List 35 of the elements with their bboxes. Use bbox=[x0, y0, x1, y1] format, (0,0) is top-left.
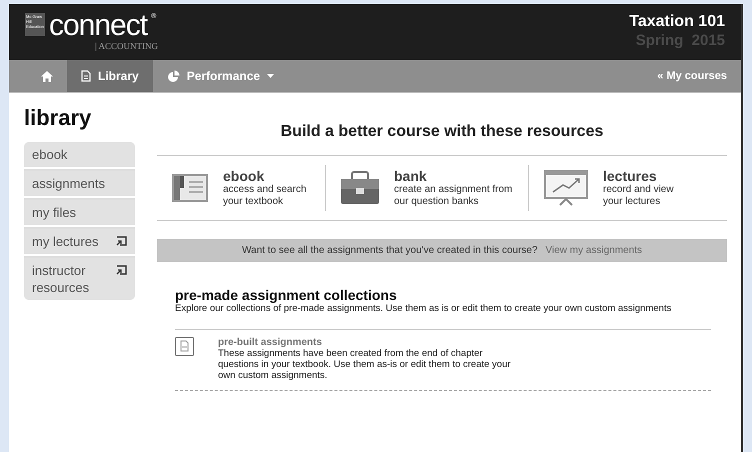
collections-description: Explore our collections of pre-made assignments. Use them as is or edit them to create your own custom assignments bbox=[175, 303, 672, 314]
external-link-icon bbox=[116, 236, 127, 246]
caret-icon bbox=[267, 74, 274, 78]
resource-description: record and view your lectures bbox=[603, 184, 675, 208]
home-icon bbox=[41, 70, 53, 82]
document-icon bbox=[175, 337, 194, 356]
product-name: | ACCOUNTING bbox=[95, 40, 158, 53]
resource-title[interactable]: lectures bbox=[603, 168, 695, 184]
my-courses-link[interactable]: « My courses bbox=[657, 68, 741, 84]
sidebar-item[interactable]: instructor resources bbox=[24, 258, 135, 300]
nav-tab[interactable]: Library bbox=[67, 60, 153, 92]
book-icon bbox=[171, 173, 209, 203]
resource-description: create an assignment from our question banks bbox=[394, 184, 514, 208]
briefcase-icon bbox=[340, 171, 380, 205]
presentation-board-icon bbox=[543, 169, 589, 207]
resources-heading: Build a better course with these resources bbox=[280, 122, 604, 142]
banner-text: Want to see all the assignments that you've created in this course? bbox=[242, 244, 538, 258]
view-assignments-link[interactable]: View my assignments bbox=[546, 243, 642, 258]
logo-wordmark: connect bbox=[49, 13, 148, 39]
resource-title[interactable]: ebook bbox=[223, 168, 315, 184]
sidebar-item[interactable]: assignments bbox=[24, 171, 135, 198]
pie-chart-icon bbox=[166, 70, 180, 82]
resource-description: access and search your textbook bbox=[223, 184, 308, 208]
resource-title[interactable]: bank bbox=[394, 168, 518, 184]
nav-tab[interactable]: Performance bbox=[152, 60, 288, 92]
collection-description: These assignments have been created from the end of chapter questions in your textbook. Use them as-is or edit them to create your own custom assignments. bbox=[218, 348, 512, 381]
sidebar-item[interactable]: my files bbox=[24, 200, 135, 227]
external-link-icon bbox=[116, 265, 127, 275]
page-title: library bbox=[24, 105, 92, 131]
course-title: Taxation 101 bbox=[629, 13, 725, 31]
collections-title: pre-made assignment collections bbox=[175, 287, 398, 303]
sidebar-item[interactable]: ebook bbox=[24, 142, 135, 169]
sidebar-item[interactable]: my lectures bbox=[24, 229, 135, 256]
document-icon bbox=[81, 70, 91, 82]
collection-title[interactable]: pre-built assignments bbox=[218, 337, 518, 348]
